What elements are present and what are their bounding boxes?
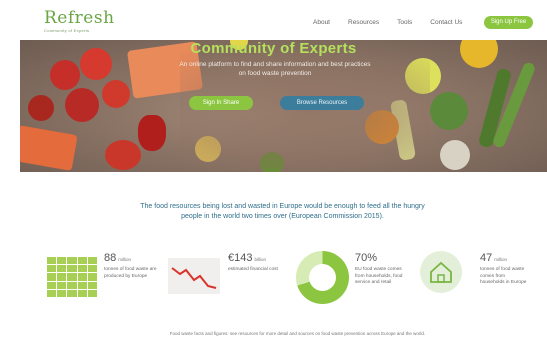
stat-description: tonnes of food waste comes from househol… bbox=[480, 267, 527, 285]
food-waste-quote: The food resources being lost and wasted… bbox=[140, 203, 425, 220]
donut-chart-icon bbox=[296, 251, 349, 304]
stat-value: 70% bbox=[355, 252, 378, 264]
browse-resources-button[interactable]: Browse Resources bbox=[280, 96, 364, 110]
stat-description: tonnes of food waste are produced by Eur… bbox=[104, 267, 157, 279]
hero-subtitle: An online platform to find and share inf… bbox=[179, 61, 371, 77]
stat-household-waste: 47 million tonnes of food waste comes fro… bbox=[480, 252, 530, 317]
stat-household-share: 70% EU food waste comes from households,… bbox=[355, 252, 410, 317]
stats-footnote: Food waste facts and figures: see resour… bbox=[169, 331, 426, 336]
stat-description: estimated financial cost bbox=[228, 267, 278, 272]
sign-in-button[interactable]: Sign In Share bbox=[189, 96, 253, 110]
stat-financial-cost: €143 billion estimated financial cost bbox=[228, 252, 283, 317]
stat-description: EU food waste comes from households, foo… bbox=[355, 267, 403, 285]
house-icon bbox=[420, 251, 462, 293]
bar-grid-icon bbox=[47, 257, 97, 297]
stat-value: €143 billion bbox=[228, 252, 266, 264]
stat-value: 88 million bbox=[104, 252, 132, 264]
hero-title-line1: Welcome to the Refresh bbox=[188, 22, 359, 39]
declining-graph-icon bbox=[168, 258, 220, 294]
stat-food-waste: 88 million tonnes of food waste are produ… bbox=[104, 252, 159, 317]
stat-value: 47 million bbox=[480, 252, 508, 264]
hero-title-line2: Community of Experts bbox=[190, 40, 357, 57]
